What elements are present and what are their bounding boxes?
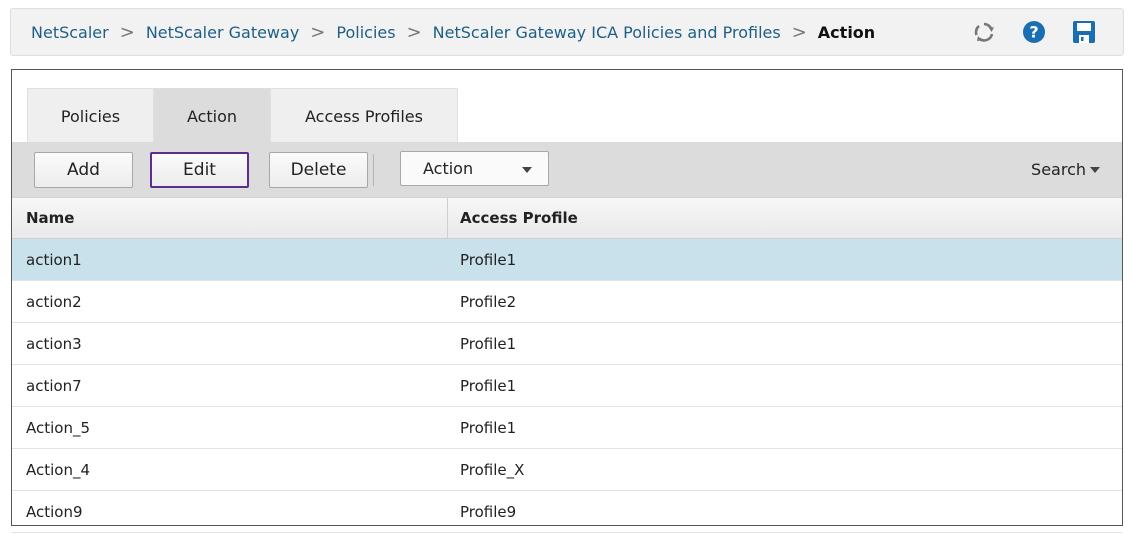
breadcrumb-separator: > [406,21,422,43]
main-panel: Policies Action Access Profiles Add Edit… [11,69,1123,533]
breadcrumb-item-policies[interactable]: Policies [336,23,395,42]
save-icon [1073,21,1095,43]
tab-policies[interactable]: Policies [27,88,154,143]
cell-access-profile: Profile1 [460,250,517,269]
search-button[interactable]: Search [1031,160,1100,179]
tab-bar: Policies Action Access Profiles [27,88,458,143]
cell-access-profile: Profile2 [460,292,517,311]
save-button[interactable] [1059,14,1109,50]
breadcrumb: NetScaler > NetScaler Gateway > Policies… [11,22,959,43]
breadcrumb-separator: > [791,21,807,43]
edit-button[interactable]: Edit [150,152,249,188]
action-select-value: Action [423,159,474,178]
page-tools: ? [959,14,1109,50]
breadcrumb-separator: > [310,21,326,43]
actions-table: Name Access Profile action1 Profile1 act… [12,197,1122,533]
tab-access-profiles[interactable]: Access Profiles [270,88,458,143]
search-label: Search [1031,160,1086,179]
breadcrumb-item-netscaler[interactable]: NetScaler [31,23,109,42]
cell-access-profile: Profile1 [460,334,517,353]
cell-access-profile: Profile9 [460,502,517,521]
table-row[interactable]: action3 Profile1 [12,323,1122,365]
cell-access-profile: Profile1 [460,376,517,395]
tab-action[interactable]: Action [154,88,270,143]
delete-button[interactable]: Delete [269,152,368,188]
breadcrumb-separator: > [119,21,135,43]
refresh-button[interactable] [959,14,1009,50]
add-button[interactable]: Add [34,152,133,188]
cell-name: action2 [26,292,82,311]
refresh-icon [974,22,994,42]
breadcrumb-item-ica-policies[interactable]: NetScaler Gateway ICA Policies and Profi… [433,23,781,42]
cell-name: action7 [26,376,82,395]
table-header: Name Access Profile [12,197,1122,239]
toolbar-divider [373,154,374,186]
breadcrumb-item-current: Action [817,22,876,42]
cell-name: action3 [26,334,82,353]
table-row[interactable]: action2 Profile2 [12,281,1122,323]
table-row[interactable]: action1 Profile1 [12,239,1122,281]
chevron-down-icon [1090,166,1100,173]
column-header-name[interactable]: Name [12,198,448,238]
action-toolbar: Add Edit Delete Action Search [12,142,1122,197]
cell-access-profile: Profile_X [460,460,525,479]
cell-name: Action_4 [26,460,91,479]
column-header-access-profile[interactable]: Access Profile [448,198,1122,238]
table-row[interactable]: action7 Profile1 [12,365,1122,407]
breadcrumb-item-gateway[interactable]: NetScaler Gateway [146,23,299,42]
table-row[interactable]: Action_4 Profile_X [12,449,1122,491]
help-icon: ? [1023,21,1045,43]
table-row[interactable]: Action_5 Profile1 [12,407,1122,449]
table-row[interactable]: Action9 Profile9 [12,491,1122,533]
breadcrumb-bar: NetScaler > NetScaler Gateway > Policies… [10,8,1124,56]
svg-text:?: ? [1029,23,1038,42]
cell-name: Action_5 [26,418,91,437]
action-select[interactable]: Action [400,151,549,186]
cell-access-profile: Profile1 [460,418,517,437]
cell-name: action1 [26,250,82,269]
help-button[interactable]: ? [1009,14,1059,50]
chevron-down-icon [522,167,532,173]
cell-name: Action9 [26,502,83,521]
